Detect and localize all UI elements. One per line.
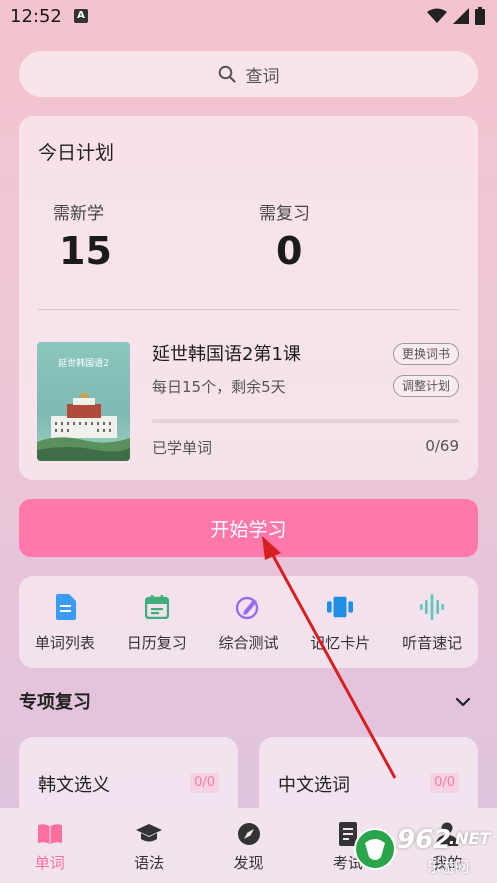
plan-title: 今日计划 (38, 142, 115, 164)
tool-memory-cards[interactable]: 记忆卡片 (294, 576, 386, 668)
search-icon (218, 65, 236, 83)
chevron-down-icon[interactable] (453, 692, 473, 712)
watermark-logo: 962 .NET 乐游网 (353, 823, 493, 879)
review-card-badge: 0/0 (430, 773, 459, 793)
document-icon (52, 594, 78, 620)
special-review-title: 专项复习 (19, 692, 91, 713)
book-daily-info: 每日15个，剩余5天 (152, 378, 286, 396)
review-card-title: 中文选词 (278, 775, 350, 796)
nav-label: 单词 (34, 854, 65, 872)
review-words-value: 0 (276, 229, 303, 273)
adjust-plan-button[interactable]: 调整计划 (392, 375, 459, 397)
search-bar[interactable]: 查词 (19, 51, 478, 97)
graduation-cap-icon (136, 821, 163, 847)
tool-word-list[interactable]: 单词列表 (19, 576, 111, 668)
change-book-button[interactable]: 更换词书 (392, 343, 459, 365)
tool-listen-memorize[interactable]: 听音速记 (386, 576, 478, 668)
book-cover[interactable]: 延世韩国语2 (37, 342, 130, 461)
signal-icon (453, 8, 469, 24)
status-bar: 12:52 A (0, 0, 497, 34)
wifi-icon (427, 8, 447, 23)
divider (38, 309, 459, 310)
tool-label: 记忆卡片 (310, 634, 371, 652)
learn-progress-bar (152, 419, 459, 423)
tool-comprehensive-test[interactable]: 综合测试 (203, 576, 295, 668)
watermark-number: 962 (397, 825, 452, 855)
tool-label: 综合测试 (218, 634, 279, 652)
learned-words-count: 0/69 (425, 437, 459, 455)
new-words-value: 15 (59, 229, 112, 273)
review-card-badge: 0/0 (190, 773, 219, 793)
tool-calendar-review[interactable]: 日历复习 (111, 576, 203, 668)
nav-discover[interactable]: 发现 (199, 808, 298, 883)
battery-icon (475, 7, 485, 25)
watermark-domain: .NET (449, 829, 491, 848)
pen-circle-icon (235, 594, 261, 620)
status-time: 12:52 (10, 6, 62, 27)
new-words-label: 需新学 (53, 204, 104, 224)
book-icon (37, 821, 63, 847)
today-plan-card: 今日计划 需新学 15 需复习 0 延世韩国语2 延世韩国语2第1课 每日15个… (19, 116, 478, 480)
watermark-cn: 乐游网 (427, 860, 469, 876)
start-learning-button[interactable]: 开始学习 (19, 499, 478, 557)
search-label: 查词 (245, 66, 280, 87)
status-icons (427, 7, 485, 25)
tool-label: 单词列表 (34, 634, 95, 652)
nav-label: 语法 (134, 854, 165, 872)
watermark-emblem-icon (354, 828, 396, 870)
nav-label: 发现 (233, 854, 264, 872)
nav-grammar[interactable]: 语法 (99, 808, 198, 883)
compass-icon (236, 821, 262, 847)
audio-wave-icon (419, 594, 445, 620)
cards-icon (327, 594, 354, 620)
notification-icon: A (74, 9, 88, 23)
nav-words[interactable]: 单词 (0, 808, 99, 883)
tool-label: 日历复习 (126, 634, 187, 652)
tool-label: 听音速记 (402, 634, 463, 652)
review-card-title: 韩文选义 (38, 775, 110, 796)
book-title: 延世韩国语2第1课 (152, 344, 301, 365)
calendar-icon (144, 594, 170, 620)
learned-words-label: 已学单词 (152, 439, 213, 457)
review-words-label: 需复习 (259, 204, 310, 224)
tools-panel: 单词列表 日历复习 综合测试 记忆卡片 听音速记 (19, 576, 478, 668)
palace-illustration (37, 393, 130, 461)
